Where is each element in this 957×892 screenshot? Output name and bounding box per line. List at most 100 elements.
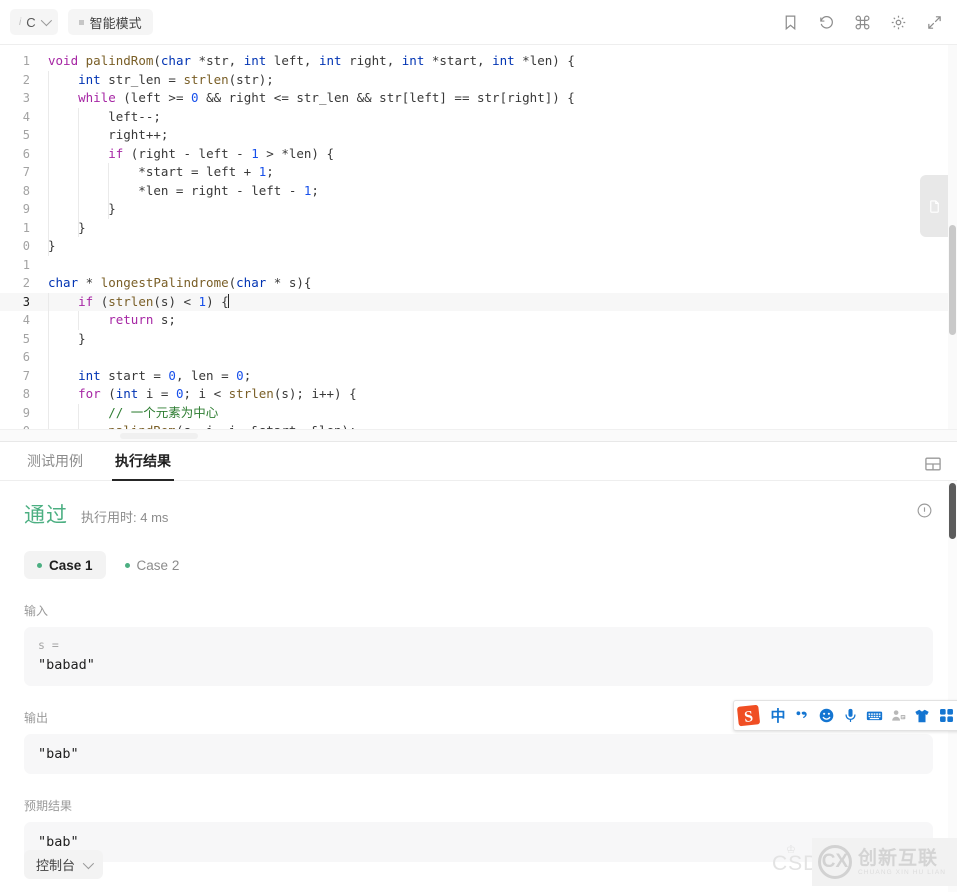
code-line[interactable]: 1 (0, 256, 957, 275)
bookmark-icon[interactable] (782, 14, 799, 31)
code-token: } (48, 331, 86, 346)
line-number: 2 (0, 71, 40, 90)
editor-horizontal-scrollbar[interactable] (0, 429, 957, 441)
code-line[interactable]: 9 } (0, 200, 957, 219)
language-selector[interactable]: i C (10, 9, 58, 35)
tab-execution-result[interactable]: 执行结果 (112, 451, 174, 480)
code-line[interactable]: 0} (0, 237, 957, 256)
console-label: 控制台 (36, 855, 75, 874)
code-token: longestPalindrome (101, 275, 229, 290)
expected-value-box: "bab" (24, 822, 933, 862)
code-line-text: left--; (40, 108, 957, 127)
code-line[interactable]: 5 right++; (0, 126, 957, 145)
panel-layout-icon[interactable] (923, 454, 943, 474)
code-line[interactable]: 9 // 一个元素为中心 (0, 404, 957, 423)
scrollbar-thumb[interactable] (949, 483, 956, 539)
code-token: (s); i++) { (274, 386, 357, 401)
line-number: 7 (0, 367, 40, 386)
emoji-icon[interactable] (814, 701, 838, 730)
code-token: 1 (199, 294, 207, 309)
code-line-text (40, 256, 957, 275)
code-line[interactable]: 4 left--; (0, 108, 957, 127)
punctuation-mode-icon[interactable] (790, 701, 814, 730)
code-token: 0 (176, 386, 184, 401)
code-line[interactable]: 6 (0, 348, 957, 367)
editor-vertical-scrollbar[interactable] (948, 45, 957, 441)
indent-guide (78, 404, 79, 423)
chinese-mode-icon[interactable]: 中 (766, 701, 790, 730)
scrollbar-thumb[interactable] (949, 225, 956, 335)
info-circle-icon[interactable] (916, 502, 933, 519)
line-number: 9 (0, 404, 40, 423)
code-token: ; (244, 368, 252, 383)
line-number: 8 (0, 385, 40, 404)
code-line[interactable]: 5 } (0, 330, 957, 349)
sogou-logo-icon[interactable]: S (734, 701, 764, 730)
code-line[interactable]: 4 return s; (0, 311, 957, 330)
code-line-text: return s; (40, 311, 957, 330)
editor-toolbar: i C 智能模式 (0, 0, 957, 45)
code-lines-container: 1void palindRom(char *str, int left, int… (0, 52, 957, 441)
code-token: } (48, 201, 116, 216)
line-number: 1 (0, 219, 40, 238)
code-line[interactable]: 8 for (int i = 0; i < strlen(s); i++) { (0, 385, 957, 404)
code-line[interactable]: 8 *len = right - left - 1; (0, 182, 957, 201)
input-variable-name: s = (38, 638, 919, 652)
console-toggle-button[interactable]: 控制台 (24, 850, 103, 879)
code-token: if (78, 294, 93, 309)
soft-keyboard-icon[interactable] (862, 701, 886, 730)
language-selector-label: C (26, 15, 35, 30)
code-line[interactable]: 1 } (0, 219, 957, 238)
line-number: 5 (0, 126, 40, 145)
indent-guide (108, 182, 109, 201)
code-token: (left >= (116, 90, 191, 105)
code-token (48, 72, 78, 87)
app-grid-icon[interactable] (934, 701, 957, 730)
voice-input-icon[interactable] (838, 701, 862, 730)
case-tab-1[interactable]: Case 1 (24, 551, 106, 579)
history-icon[interactable] (818, 14, 835, 31)
indent-guide (48, 145, 49, 164)
line-number: 3 (0, 89, 40, 108)
indent-guide (48, 89, 49, 108)
code-line[interactable]: 7 *start = left + 1; (0, 163, 957, 182)
result-body: 通过 执行用时: 4 ms Case 1 Case 2 输入 s = "baba (0, 481, 957, 892)
case-tab-2[interactable]: Case 2 (112, 551, 193, 579)
scrollbar-thumb[interactable] (120, 433, 198, 439)
output-value: "bab" (38, 746, 919, 762)
code-token: if (108, 146, 123, 161)
code-token: // 一个元素为中心 (108, 405, 218, 420)
code-token: while (78, 90, 116, 105)
ime-toolbar[interactable]: S 中 (733, 700, 957, 731)
line-number: 2 (0, 274, 40, 293)
code-token: * (78, 275, 101, 290)
smart-mode-button[interactable]: 智能模式 (68, 9, 153, 35)
code-line[interactable]: 1void palindRom(char *str, int left, int… (0, 52, 957, 71)
settings-gear-icon[interactable] (890, 14, 907, 31)
output-value-box: "bab" (24, 734, 933, 774)
code-line-text: // 一个元素为中心 (40, 404, 957, 423)
result-vertical-scrollbar[interactable] (948, 481, 957, 892)
skin-theme-icon[interactable] (910, 701, 934, 730)
mode-indicator-icon (79, 20, 84, 25)
code-token: s; (153, 312, 176, 327)
expected-label: 预期结果 (24, 797, 933, 814)
code-token: ( (101, 386, 116, 401)
code-line[interactable]: 3 if (strlen(s) < 1) { (0, 293, 957, 312)
code-editor[interactable]: 1void palindRom(char *str, int left, int… (0, 45, 957, 441)
file-document-icon[interactable] (920, 175, 948, 237)
indent-guide (78, 126, 79, 145)
input-value-box[interactable]: s = "babad" (24, 627, 933, 686)
code-line[interactable]: 6 if (right - left - 1 > *len) { (0, 145, 957, 164)
tab-test-cases[interactable]: 测试用例 (24, 451, 86, 480)
shortcut-command-icon[interactable] (854, 14, 871, 31)
code-line[interactable]: 2char * longestPalindrome(char * s){ (0, 274, 957, 293)
code-line-text: } (40, 200, 957, 219)
code-line[interactable]: 3 while (left >= 0 && right <= str_len &… (0, 89, 957, 108)
fullscreen-expand-icon[interactable] (926, 14, 943, 31)
expected-value: "bab" (38, 834, 919, 850)
code-line[interactable]: 2 int str_len = strlen(str); (0, 71, 957, 90)
code-line[interactable]: 7 int start = 0, len = 0; (0, 367, 957, 386)
user-card-icon[interactable] (886, 701, 910, 730)
indent-guide (48, 385, 49, 404)
